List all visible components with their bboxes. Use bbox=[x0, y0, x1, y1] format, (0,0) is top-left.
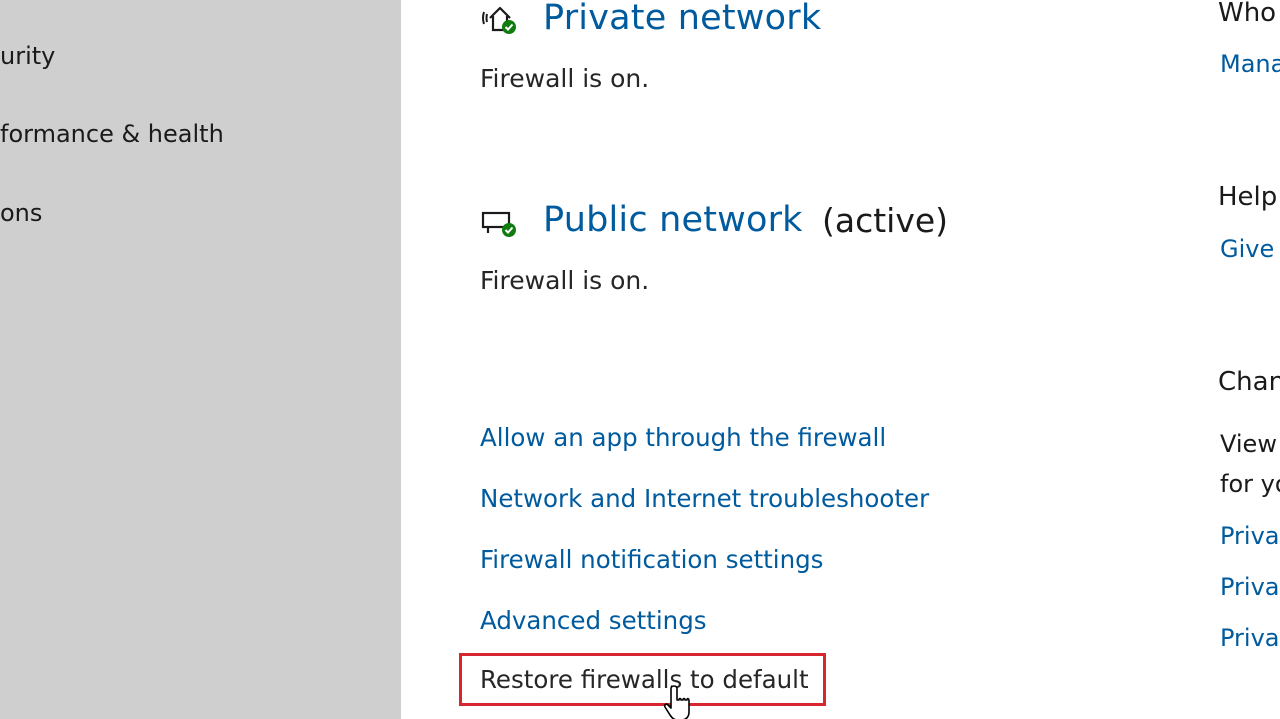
advanced-settings-link[interactable]: Advanced settings bbox=[480, 606, 707, 635]
sidebar-item-device-security[interactable]: urity bbox=[0, 42, 55, 70]
private-network-icon bbox=[482, 6, 516, 34]
sidebar-item-label: formance & health bbox=[0, 120, 224, 148]
help-heading: Help bbox=[1218, 182, 1278, 212]
change-privacy-heading: Chan bbox=[1218, 367, 1280, 397]
privacy-description-line1: View bbox=[1220, 430, 1277, 458]
notification-settings-link[interactable]: Firewall notification settings bbox=[480, 545, 823, 574]
right-column: Who Mana Help Give Chan View for yo Priv… bbox=[1218, 0, 1280, 719]
public-network-link[interactable]: Public network bbox=[543, 200, 803, 240]
give-feedback-link[interactable]: Give bbox=[1220, 235, 1274, 263]
privacy-link-3[interactable]: Privac bbox=[1220, 624, 1280, 652]
sidebar: urity formance & health ons bbox=[0, 0, 401, 719]
public-network-icon bbox=[481, 211, 516, 237]
public-network-status: Firewall is on. bbox=[480, 266, 650, 295]
private-network-status: Firewall is on. bbox=[480, 64, 650, 93]
privacy-description-line2: for yo bbox=[1220, 470, 1280, 498]
sidebar-item-family-options[interactable]: ons bbox=[0, 199, 42, 227]
allow-app-link[interactable]: Allow an app through the firewall bbox=[480, 423, 886, 452]
restore-defaults-link[interactable]: Restore firewalls to default bbox=[480, 665, 809, 694]
privacy-link-2[interactable]: Privac bbox=[1220, 573, 1280, 601]
troubleshooter-link[interactable]: Network and Internet troubleshooter bbox=[480, 484, 929, 513]
manage-link[interactable]: Mana bbox=[1220, 50, 1280, 78]
active-network-tag: (active) bbox=[822, 201, 949, 240]
sidebar-item-label: ons bbox=[0, 199, 43, 227]
sidebar-item-device-performance-health[interactable]: formance & health bbox=[0, 120, 224, 148]
private-network-link[interactable]: Private network bbox=[543, 0, 821, 38]
privacy-link-1[interactable]: Privac bbox=[1220, 522, 1280, 550]
sidebar-item-label: urity bbox=[0, 42, 56, 70]
hand-cursor-icon bbox=[663, 685, 690, 719]
who-heading: Who bbox=[1218, 0, 1277, 28]
windows-security-firewall-page: urity formance & health ons Private netw… bbox=[0, 0, 1280, 719]
